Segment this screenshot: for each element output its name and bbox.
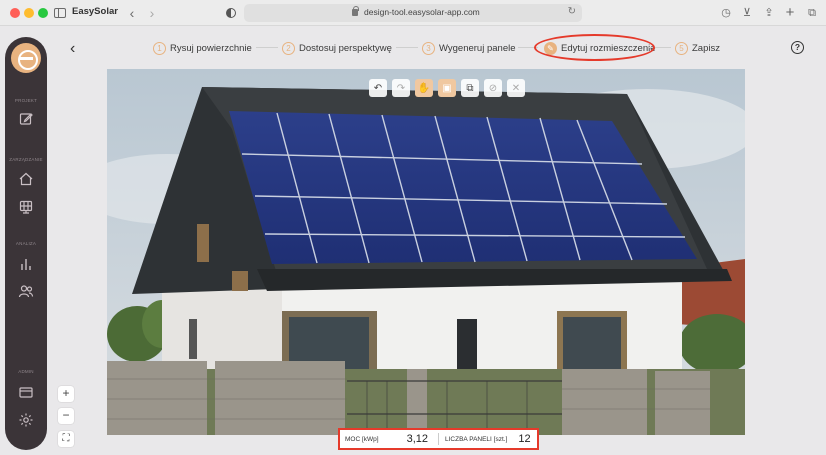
step-label: Dostosuj perspektywę	[299, 42, 392, 54]
step-2[interactable]: 2 Dostosuj perspektywę	[282, 40, 392, 56]
browser-toolbar: EasySolar ⌄ ‹ › design-tool.easysolar-ap…	[0, 0, 826, 26]
close-window-button[interactable]	[10, 8, 20, 18]
step-label: Wygeneruj panele	[439, 42, 516, 54]
step-3[interactable]: 3 Wygeneruj panele	[422, 40, 516, 56]
design-canvas[interactable]	[107, 69, 745, 435]
settings-gear-icon[interactable]	[18, 412, 34, 428]
stats-divider	[438, 433, 440, 445]
pan-hand-icon[interactable]: ✋	[415, 79, 433, 97]
section-label-project: PROJEKT	[14, 98, 38, 103]
step-number: 1	[153, 41, 166, 55]
back-icon[interactable]: ‹	[126, 4, 138, 22]
section-label-management: ZARZĄDZANIE	[9, 157, 43, 162]
share-icon[interactable]: ⇪	[762, 4, 776, 22]
minimize-window-button[interactable]	[24, 8, 34, 18]
privacy-shield-icon[interactable]	[224, 4, 238, 22]
sidebar-toggle-icon[interactable]	[54, 4, 68, 22]
zoom-in-button[interactable]: +	[58, 386, 74, 402]
zoom-out-button[interactable]: −	[58, 408, 74, 424]
step-label: Rysuj powierzchnie	[170, 42, 252, 54]
step-number: 3	[422, 41, 435, 55]
disable-icon[interactable]: ⊘	[484, 79, 502, 97]
app-sidebar: PROJEKT ZARZĄDZANIE ANALIZA ADMIN	[5, 37, 47, 450]
section-label-analysis: ANALIZA	[15, 241, 37, 246]
easysolar-logo[interactable]	[11, 43, 41, 73]
delete-icon[interactable]: ✕	[507, 79, 525, 97]
new-tab-icon[interactable]: +	[783, 4, 797, 22]
zoom-window-button[interactable]	[38, 8, 48, 18]
edit-project-icon[interactable]	[18, 111, 34, 127]
users-icon[interactable]	[18, 283, 34, 299]
house-photo	[107, 69, 745, 435]
tab-overview-icon[interactable]: ⧉	[805, 4, 819, 22]
power-value: 3,12	[406, 433, 429, 445]
select-panel-icon[interactable]: ▣	[438, 79, 456, 97]
address-bar[interactable]: design-tool.easysolar-app.com ↻	[244, 4, 582, 22]
redo-icon[interactable]: ↷	[392, 79, 410, 97]
billing-card-icon[interactable]	[18, 384, 34, 400]
stats-bar: MOC [kWp] 3,12 LICZBA PANELI [szt.] 12	[338, 428, 539, 450]
step-1[interactable]: 1 Rysuj powierzchnie	[153, 40, 252, 56]
download-icon[interactable]: ⊻	[740, 4, 754, 22]
edit-toolbar: ↶ ↷ ✋ ▣ ⧉ ⊘ ✕	[369, 79, 525, 97]
panel-count-value: 12	[518, 433, 531, 445]
bar-chart-icon[interactable]	[18, 256, 34, 272]
panel-count-label: LICZBA PANELI [szt.]	[445, 435, 508, 443]
undo-icon[interactable]: ↶	[369, 79, 387, 97]
power-label: MOC [kWp]	[345, 435, 379, 443]
step-divider	[256, 47, 278, 48]
reload-icon[interactable]: ↻	[568, 6, 576, 17]
step-divider	[396, 47, 418, 48]
solar-panel-icon[interactable]	[18, 199, 34, 215]
back-button[interactable]: ‹	[70, 40, 75, 58]
help-icon[interactable]: ?	[791, 41, 804, 54]
step-number: 5	[675, 41, 688, 55]
step-5[interactable]: 5 Zapisz	[675, 40, 720, 56]
copy-icon[interactable]: ⧉	[461, 79, 479, 97]
fit-screen-icon[interactable]: ⛶	[58, 431, 74, 447]
lock-icon	[352, 6, 359, 16]
step-number: 2	[282, 41, 295, 55]
home-icon[interactable]	[18, 171, 34, 187]
section-label-admin: ADMIN	[18, 369, 34, 374]
url-text: design-tool.easysolar-app.com	[364, 7, 480, 17]
highlight-annotation	[534, 34, 655, 61]
step-label: Zapisz	[692, 42, 720, 54]
chevron-down-icon[interactable]: ⌄	[109, 6, 116, 15]
history-icon[interactable]: ◷	[719, 4, 733, 22]
forward-icon[interactable]: ›	[146, 4, 158, 22]
